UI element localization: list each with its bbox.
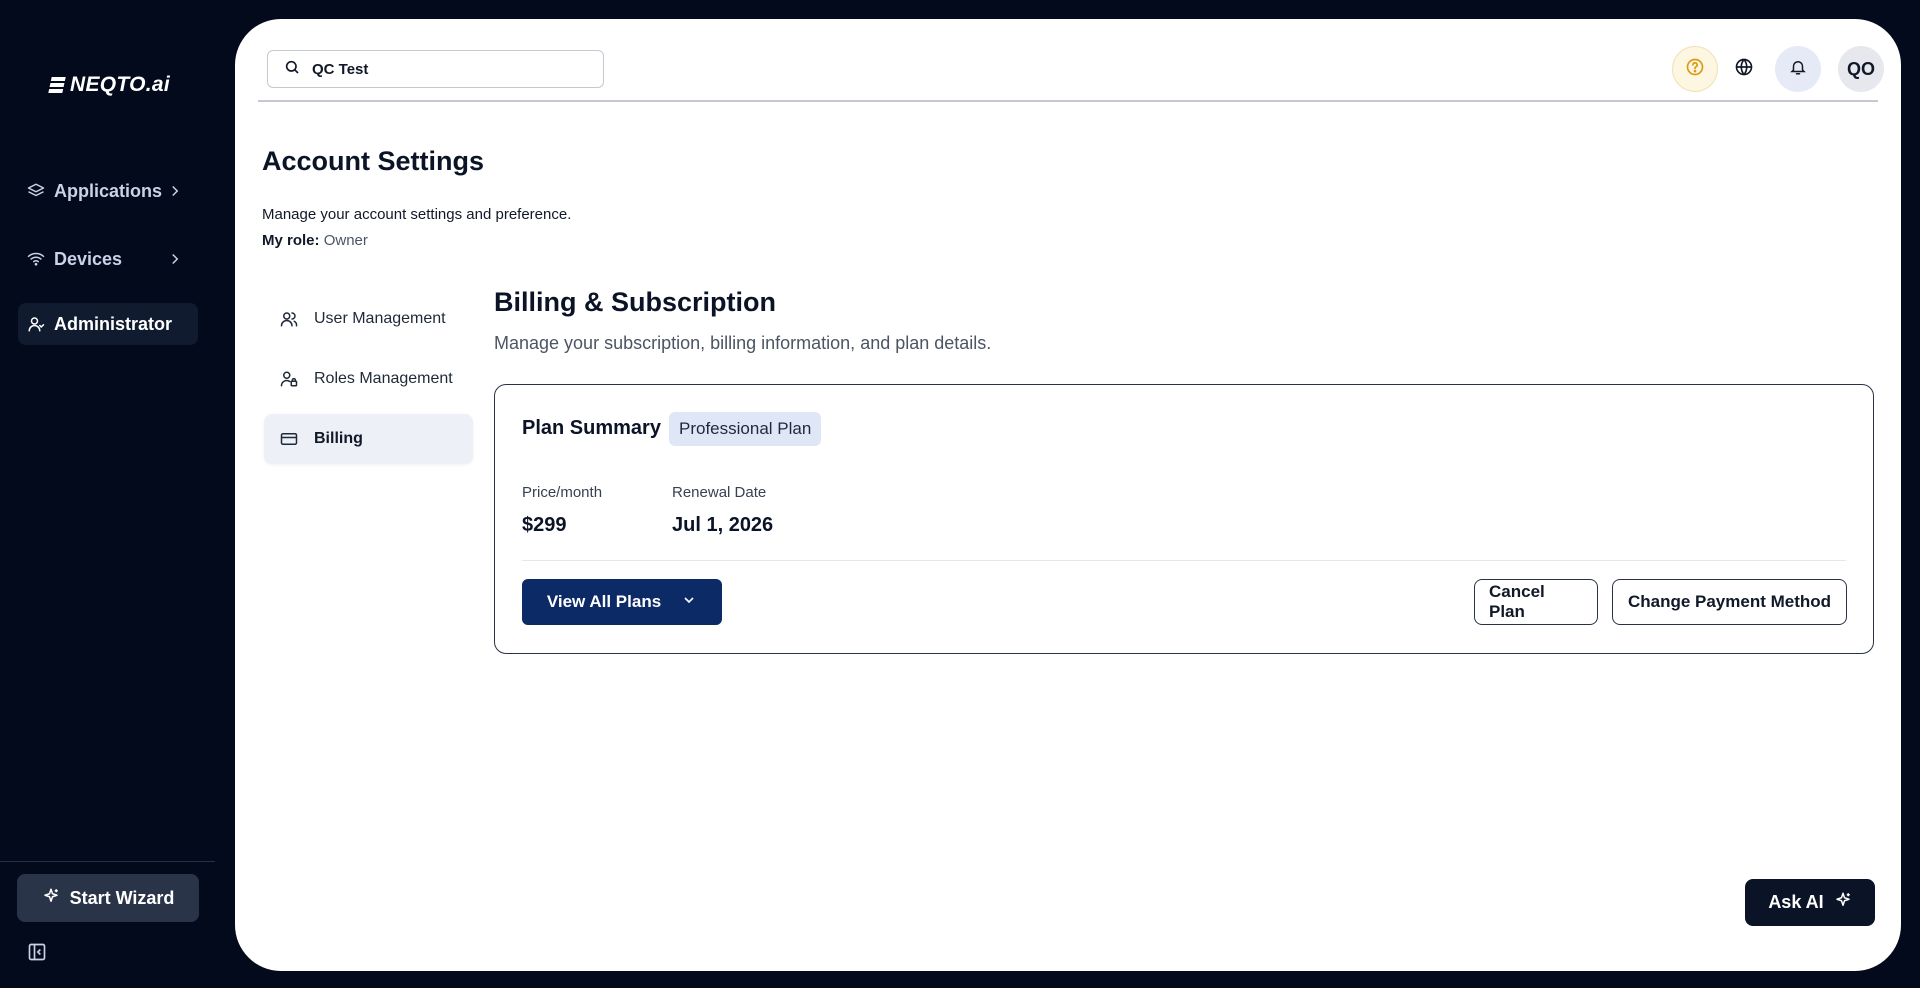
price-label: Price/month: [522, 484, 603, 501]
logo-mark-icon: [48, 76, 66, 94]
user-lock-icon: [280, 370, 298, 388]
sidebar-item-label: Applications: [54, 180, 163, 201]
price-value: $299: [522, 514, 567, 536]
chevron-right-icon: [166, 182, 184, 200]
sidebar-divider: [0, 861, 215, 862]
plan-summary-card: Plan Summary Professional Plan Price/mon…: [494, 384, 1874, 654]
tab-roles-management[interactable]: Roles Management: [264, 354, 473, 404]
tab-label: User Management: [314, 310, 446, 327]
tab-label: Billing: [314, 430, 363, 447]
sidebar-item-administrator[interactable]: Administrator: [18, 303, 198, 345]
users-icon: [280, 310, 298, 328]
change-payment-method-button[interactable]: Change Payment Method: [1612, 579, 1847, 625]
plan-summary-label: Plan Summary: [522, 417, 661, 439]
header-divider: [258, 100, 1878, 102]
billing-title: Billing & Subscription: [494, 287, 776, 317]
wifi-icon: [27, 250, 45, 268]
help-button[interactable]: [1672, 46, 1718, 92]
tab-billing[interactable]: Billing: [264, 414, 473, 464]
search-icon: [284, 59, 300, 80]
view-all-plans-label: View All Plans: [546, 592, 662, 611]
role-label: My role:: [262, 232, 320, 249]
ask-ai-label: Ask AI: [1768, 892, 1824, 912]
main-panel: QC Test QO Account Settings Manage your …: [235, 19, 1901, 971]
search-value: QC Test: [312, 60, 369, 78]
logo-text: NEQTO.ai: [70, 73, 171, 96]
sparkle-icon: [1834, 891, 1852, 914]
logo[interactable]: NEQTO.ai: [48, 73, 171, 97]
sidebar-item-label: Devices: [54, 248, 123, 269]
help-icon: [1685, 57, 1705, 82]
notifications-button[interactable]: [1775, 46, 1821, 92]
sidebar-item-devices[interactable]: Devices: [18, 238, 198, 280]
card-divider: [522, 560, 1846, 561]
sidebar: NEQTO.ai Applications Devices Administra…: [0, 0, 235, 988]
avatar[interactable]: QO: [1838, 46, 1884, 92]
chevron-down-icon: [681, 592, 697, 613]
layers-icon: [27, 182, 45, 200]
cancel-plan-button[interactable]: Cancel Plan: [1474, 579, 1598, 625]
billing-description: Manage your subscription, billing inform…: [494, 333, 992, 353]
globe-icon: [1734, 57, 1754, 82]
page-title: Account Settings: [262, 146, 485, 176]
sidebar-item-label: Administrator: [54, 313, 173, 334]
view-all-plans-button[interactable]: View All Plans: [522, 579, 722, 625]
avatar-initials: QO: [1846, 58, 1875, 79]
page-description: Manage your account settings and prefere…: [262, 206, 572, 223]
credit-card-icon: [280, 430, 298, 448]
tab-user-management[interactable]: User Management: [264, 294, 473, 344]
chevron-right-icon: [166, 250, 184, 268]
start-wizard-label: Start Wizard: [69, 887, 175, 908]
sparkle-icon: [42, 887, 60, 910]
search-input[interactable]: QC Test: [267, 50, 604, 88]
renewal-value: Jul 1, 2026: [672, 514, 774, 536]
role-line: My role: Owner: [262, 232, 368, 249]
user-icon: [27, 315, 45, 333]
ask-ai-button[interactable]: Ask AI: [1745, 879, 1875, 926]
cancel-plan-label: Cancel Plan: [1489, 582, 1545, 621]
plan-badge: Professional Plan: [669, 412, 822, 446]
bell-icon: [1789, 58, 1807, 81]
language-button[interactable]: [1721, 46, 1767, 92]
renewal-label: Renewal Date: [672, 484, 767, 501]
change-payment-label: Change Payment Method: [1627, 592, 1832, 611]
sidebar-collapse-icon[interactable]: [27, 942, 47, 962]
start-wizard-button[interactable]: Start Wizard: [17, 874, 199, 922]
role-value: Owner: [323, 232, 368, 249]
tab-label: Roles Management: [314, 370, 453, 387]
sidebar-item-applications[interactable]: Applications: [18, 170, 198, 212]
